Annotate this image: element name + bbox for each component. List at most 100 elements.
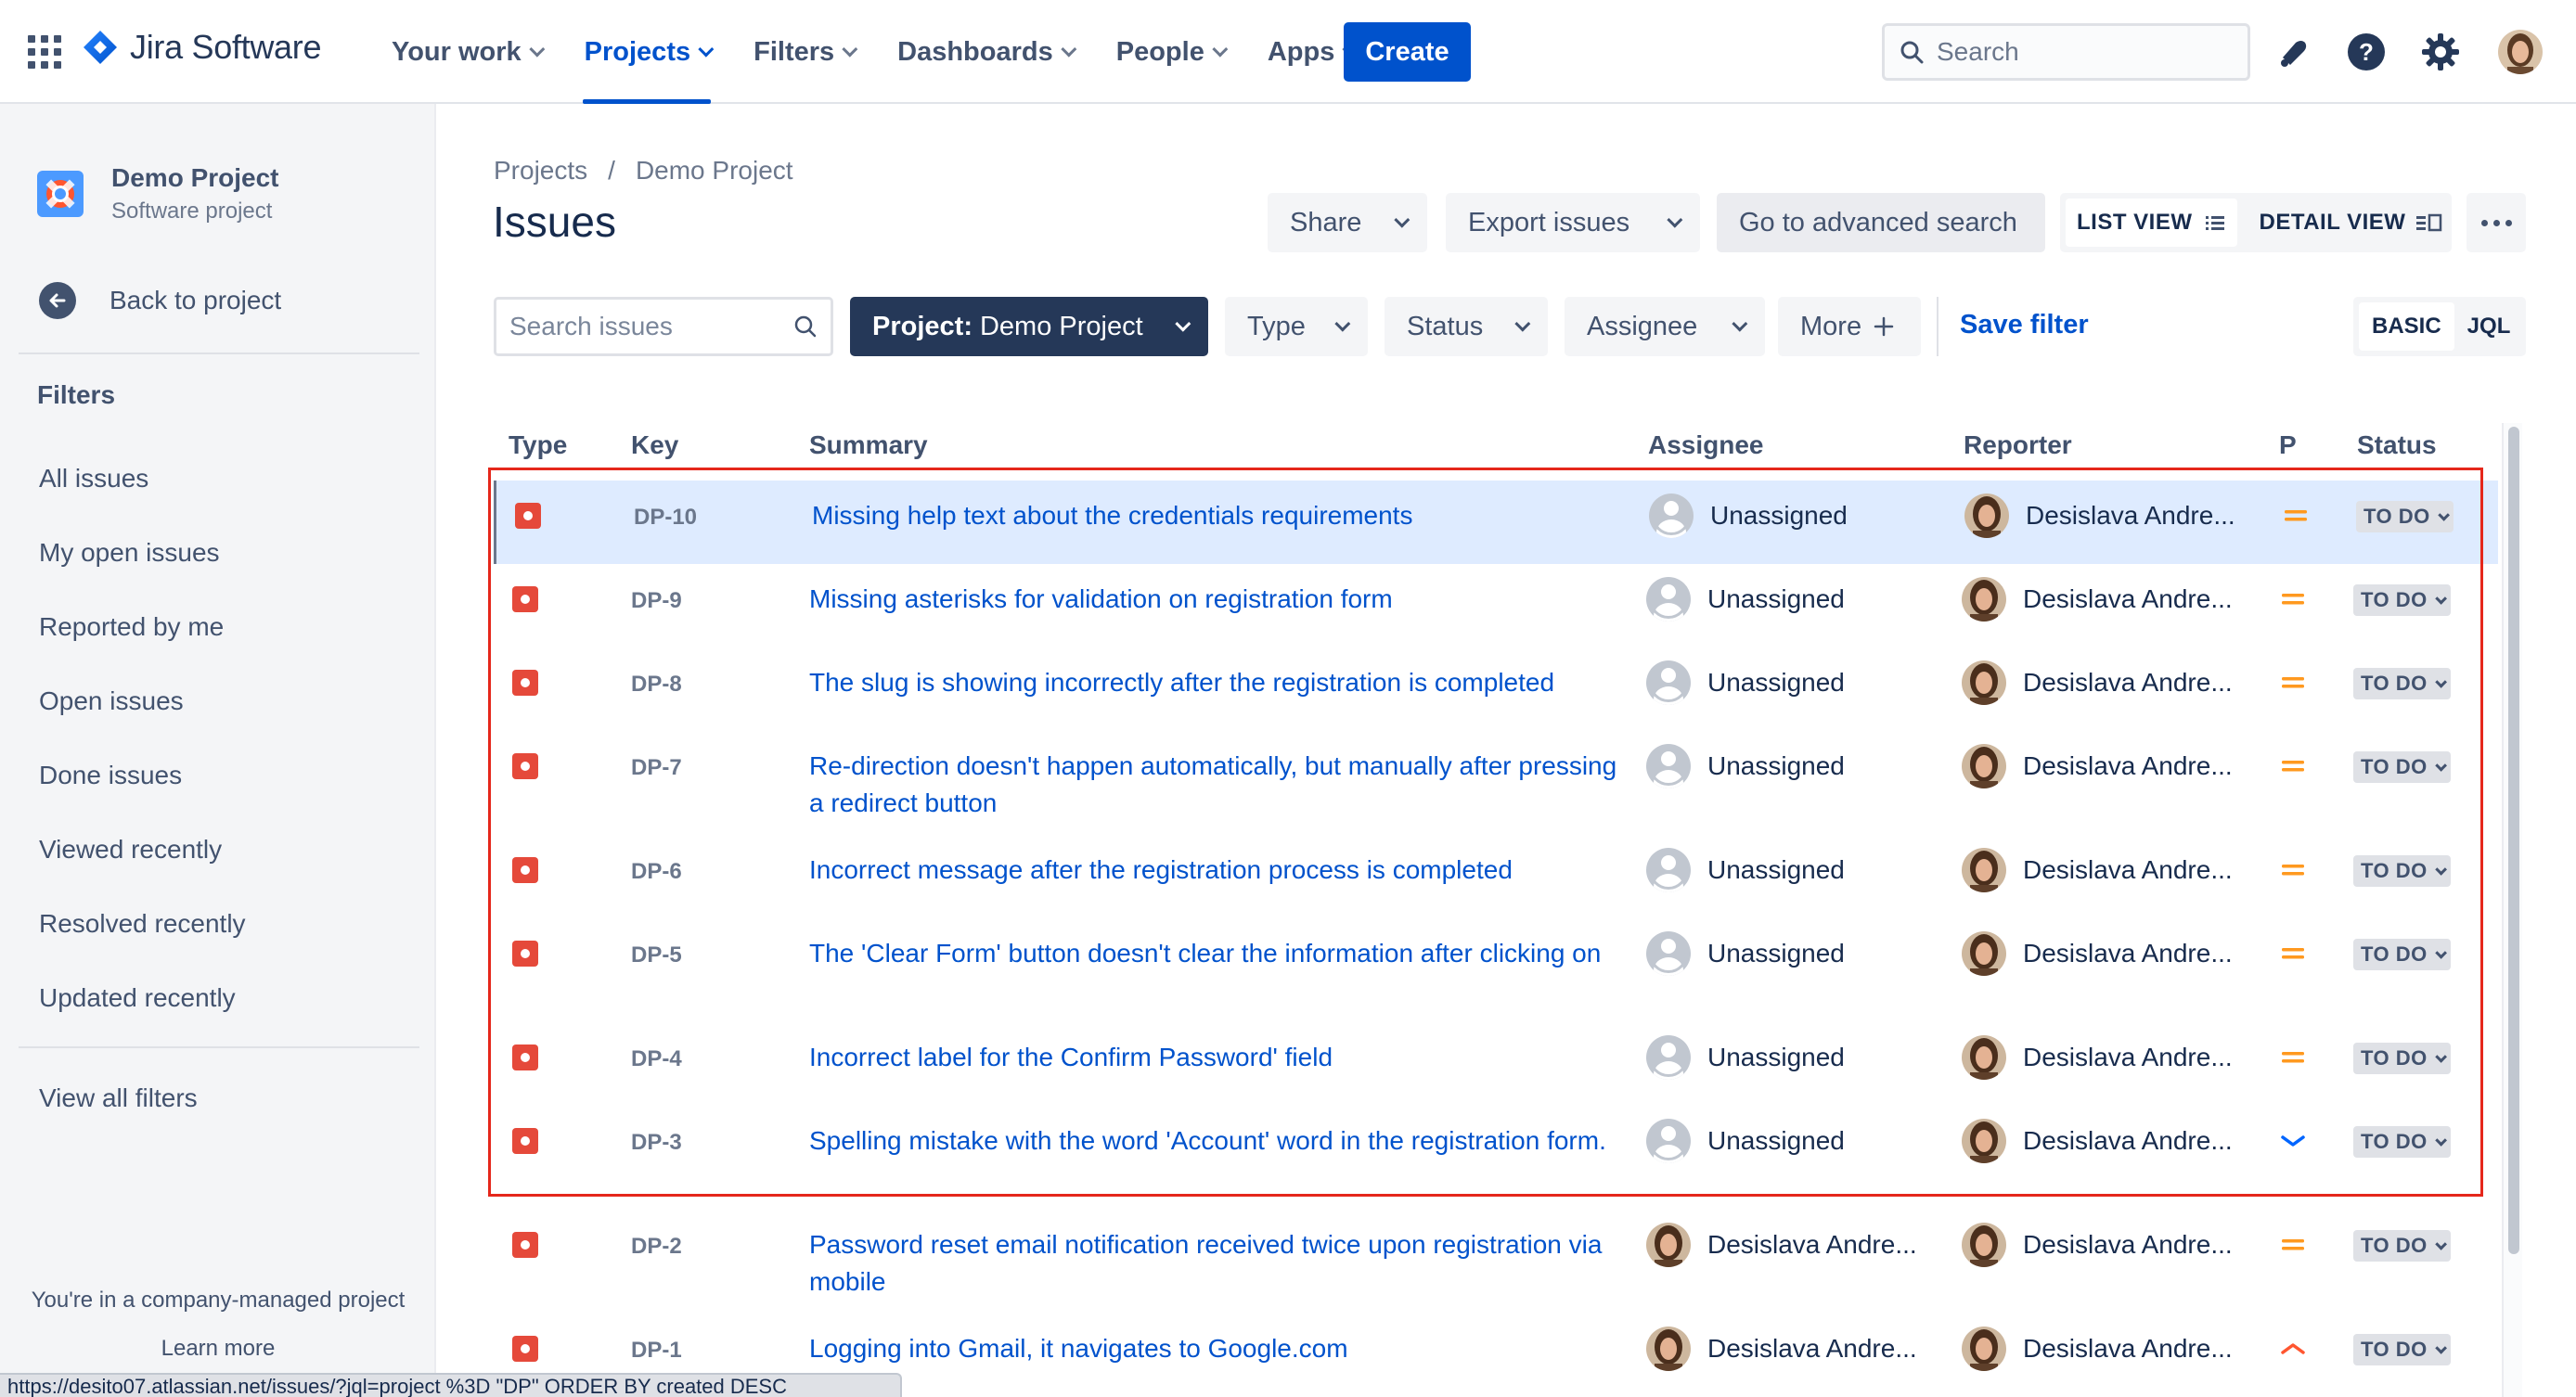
issue-key[interactable]: DP-3 (631, 1130, 682, 1156)
column-header-summary[interactable]: Summary (809, 430, 928, 460)
issue-key[interactable]: DP-4 (631, 1046, 682, 1072)
issue-summary[interactable]: The slug is showing incorrectly after th… (809, 664, 1626, 701)
nav-people[interactable]: People (1114, 0, 1229, 104)
issue-key[interactable]: DP-7 (631, 755, 682, 781)
more-filters-button[interactable]: More (1778, 297, 1921, 356)
issue-summary[interactable]: Re-direction doesn't happen automaticall… (809, 748, 1626, 822)
issue-summary[interactable]: Missing asterisks for validation on regi… (809, 581, 1626, 618)
status-lozenge[interactable]: TO DO (2353, 1334, 2451, 1365)
table-row[interactable]: DP-1 Logging into Gmail, it navigates to … (494, 1314, 2498, 1397)
status-lozenge[interactable]: TO DO (2353, 584, 2451, 616)
global-search[interactable] (1882, 23, 2250, 81)
issue-summary[interactable]: Incorrect label for the Confirm Password… (809, 1039, 1626, 1076)
assignee-cell[interactable]: Unassigned (1646, 848, 1845, 892)
export-issues-button[interactable]: Export issues (1446, 193, 1700, 252)
reporter-cell[interactable]: Desislava Andre... (1962, 744, 2233, 788)
nav-dashboards[interactable]: Dashboards (895, 0, 1077, 104)
notifications-icon[interactable] (2272, 30, 2316, 74)
assignee-cell[interactable]: Unassigned (1646, 660, 1845, 705)
reporter-cell[interactable]: Desislava Andre... (1962, 660, 2233, 705)
basic-mode-option[interactable]: BASIC (2359, 302, 2454, 351)
create-button[interactable]: Create (1344, 22, 1471, 82)
back-to-project-link[interactable]: Back to project (39, 282, 281, 319)
status-lozenge[interactable]: TO DO (2356, 501, 2454, 532)
reporter-cell[interactable]: Desislava Andre... (1962, 1223, 2233, 1267)
learn-more-link[interactable]: Learn more (0, 1336, 436, 1362)
status-lozenge[interactable]: TO DO (2353, 1043, 2451, 1074)
type-filter-button[interactable]: Type (1225, 297, 1368, 356)
reporter-cell[interactable]: Desislava Andre... (1962, 1327, 2233, 1371)
sidebar-item-done-issues[interactable]: Done issues (39, 761, 182, 790)
sidebar-item-resolved-recently[interactable]: Resolved recently (39, 909, 246, 939)
issue-summary[interactable]: Missing help text about the credentials … (812, 497, 1629, 534)
status-lozenge[interactable]: TO DO (2353, 939, 2451, 970)
help-icon[interactable]: ? (2344, 30, 2389, 74)
status-filter-button[interactable]: Status (1385, 297, 1548, 356)
jql-mode-option[interactable]: JQL (2467, 314, 2511, 340)
issue-key[interactable]: DP-2 (631, 1234, 682, 1260)
view-all-filters-link[interactable]: View all filters (39, 1083, 198, 1113)
status-lozenge[interactable]: TO DO (2353, 855, 2451, 887)
column-header-assignee[interactable]: Assignee (1648, 430, 1764, 460)
assignee-cell[interactable]: Unassigned (1646, 744, 1845, 788)
reporter-cell[interactable]: Desislava Andre... (1962, 931, 2233, 976)
table-row[interactable]: DP-3 Spelling mistake with the word 'Acco… (494, 1106, 2498, 1210)
assignee-cell[interactable]: Unassigned (1646, 931, 1845, 976)
column-header-type[interactable]: Type (509, 430, 567, 460)
sidebar-item-updated-recently[interactable]: Updated recently (39, 983, 236, 1013)
sidebar-item-all-issues[interactable]: All issues (39, 464, 148, 493)
table-row[interactable]: DP-2 Password reset email notification re… (494, 1210, 2498, 1314)
issue-key[interactable]: DP-6 (631, 859, 682, 885)
assignee-cell[interactable]: Unassigned (1646, 1119, 1845, 1163)
nav-filters[interactable]: Filters (752, 0, 858, 104)
table-row[interactable]: DP-10 Missing help text about the credent… (494, 481, 2498, 564)
reporter-cell[interactable]: Desislava Andre... (1962, 577, 2233, 622)
status-lozenge[interactable]: TO DO (2353, 751, 2451, 783)
status-lozenge[interactable]: TO DO (2353, 1126, 2451, 1158)
settings-gear-icon[interactable] (2418, 30, 2463, 74)
assignee-cell[interactable]: Desislava Andre... (1646, 1327, 1917, 1371)
issue-key[interactable]: DP-1 (631, 1338, 682, 1364)
more-actions-icon[interactable] (2467, 193, 2526, 252)
global-search-input[interactable] (1937, 37, 2215, 67)
issue-key[interactable]: DP-5 (631, 942, 682, 968)
reporter-cell[interactable]: Desislava Andre... (1962, 1119, 2233, 1163)
save-filter-button[interactable]: Save filter (1960, 310, 2089, 340)
advanced-search-button[interactable]: Go to advanced search (1717, 193, 2045, 252)
reporter-cell[interactable]: Desislava Andre... (1964, 493, 2235, 538)
assignee-cell[interactable]: Unassigned (1646, 577, 1845, 622)
column-header-priority[interactable]: P (2279, 430, 2297, 460)
issue-summary[interactable]: Spelling mistake with the word 'Account'… (809, 1122, 1626, 1160)
project-header[interactable]: Demo Project Software project (37, 163, 279, 224)
issue-summary[interactable]: The 'Clear Form' button doesn't clear th… (809, 935, 1626, 972)
issue-key[interactable]: DP-9 (631, 588, 682, 614)
column-header-key[interactable]: Key (631, 430, 678, 460)
table-row[interactable]: DP-4 Incorrect label for the Confirm Pass… (494, 1022, 2498, 1106)
column-header-status[interactable]: Status (2357, 430, 2437, 460)
table-row[interactable]: DP-5 The 'Clear Form' button doesn't clea… (494, 918, 2498, 1022)
sidebar-item-reported-by-me[interactable]: Reported by me (39, 612, 224, 642)
table-row[interactable]: DP-7 Re-direction doesn't happen automati… (494, 731, 2498, 835)
assignee-cell[interactable]: Unassigned (1649, 493, 1848, 538)
issue-summary[interactable]: Logging into Gmail, it navigates to Goog… (809, 1330, 1626, 1367)
status-lozenge[interactable]: TO DO (2353, 668, 2451, 699)
assignee-cell[interactable]: Desislava Andre... (1646, 1223, 1917, 1267)
sidebar-item-open-issues[interactable]: Open issues (39, 686, 184, 716)
nav-apps[interactable]: Apps (1266, 0, 1359, 104)
status-lozenge[interactable]: TO DO (2353, 1230, 2451, 1262)
table-row[interactable]: DP-9 Missing asterisks for validation on … (494, 564, 2498, 647)
assignee-cell[interactable]: Unassigned (1646, 1035, 1845, 1080)
reporter-cell[interactable]: Desislava Andre... (1962, 848, 2233, 892)
nav-your-work[interactable]: Your work (390, 0, 545, 104)
issue-search-input[interactable] (509, 312, 779, 341)
user-avatar[interactable] (2498, 30, 2543, 74)
nav-projects[interactable]: Projects (582, 0, 715, 104)
breadcrumb-demo-project[interactable]: Demo Project (636, 156, 793, 186)
table-scrollbar-thumb[interactable] (2508, 427, 2519, 1254)
jira-logo[interactable]: Jira Software (82, 28, 321, 67)
table-row[interactable]: DP-8 The slug is showing incorrectly afte… (494, 647, 2498, 731)
issue-key[interactable]: DP-10 (634, 505, 697, 531)
column-header-reporter[interactable]: Reporter (1964, 430, 2072, 460)
table-row[interactable]: DP-6 Incorrect message after the registra… (494, 835, 2498, 918)
sidebar-item-my-open-issues[interactable]: My open issues (39, 538, 220, 568)
